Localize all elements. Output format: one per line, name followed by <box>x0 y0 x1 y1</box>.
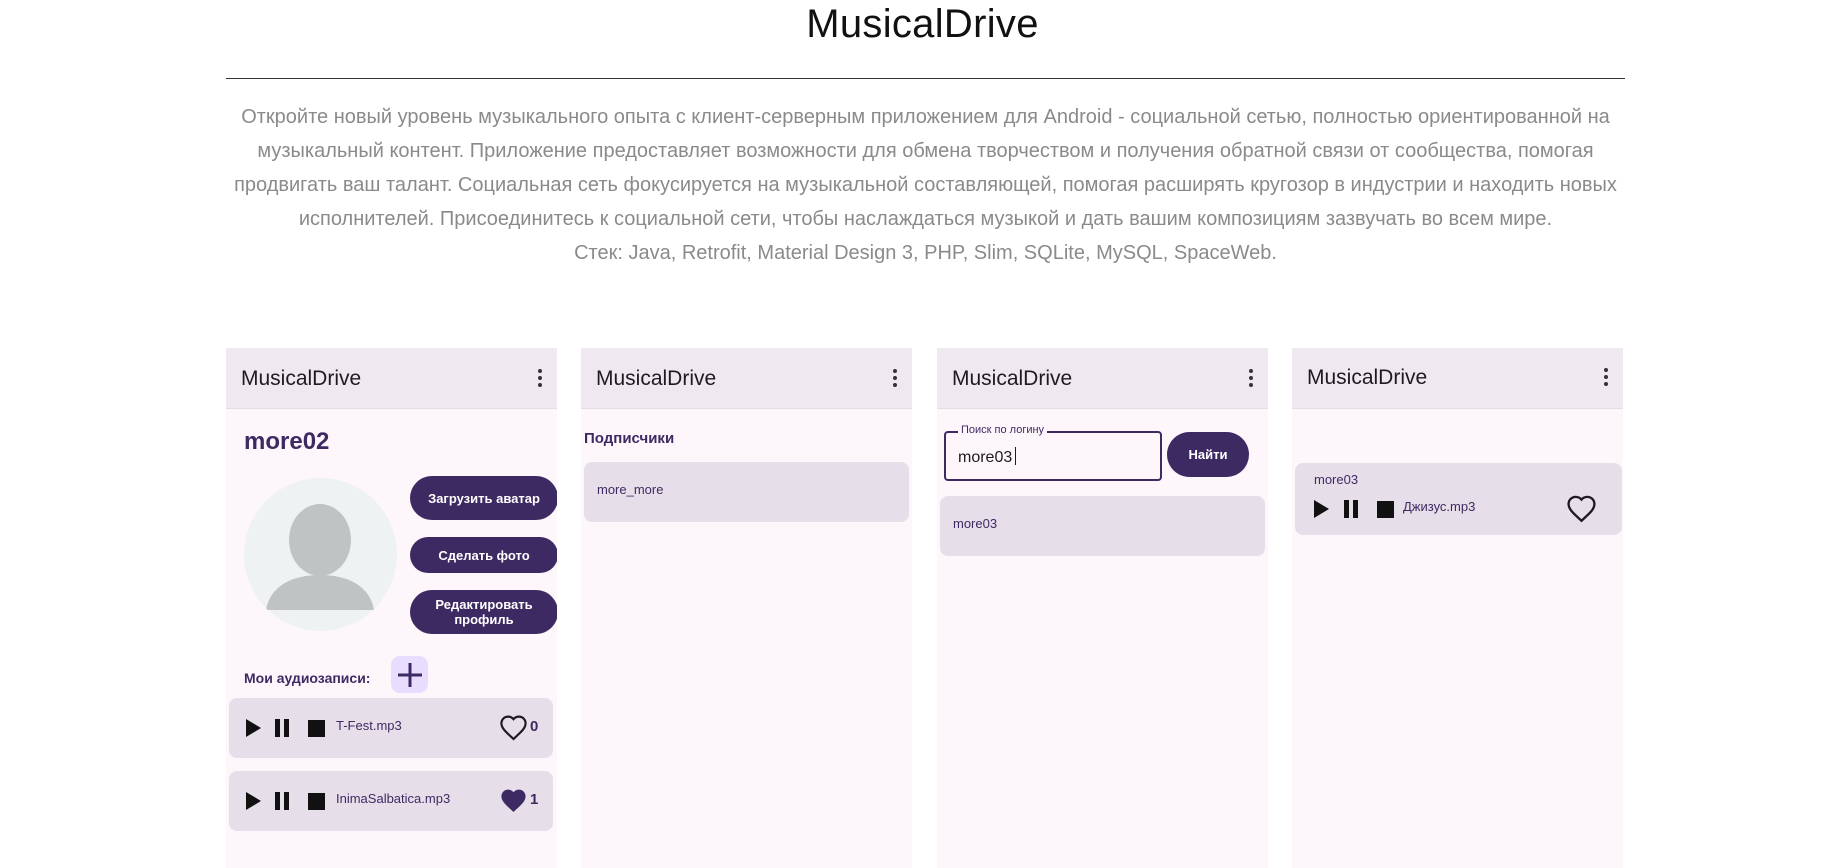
add-icon <box>397 662 422 687</box>
more-vert-icon[interactable] <box>1248 369 1254 387</box>
screenshot-subscribers: MusicalDrive Подписчики more_more <box>581 348 912 868</box>
project-description: Откройте новый уровень музыкального опыт… <box>226 100 1625 270</box>
track-name: Джизус.mp3 <box>1403 499 1476 514</box>
edit-profile-button[interactable]: Редактировать профиль <box>410 590 557 634</box>
more-vert-icon[interactable] <box>537 369 543 387</box>
screenshot-profile: MusicalDrive more02 Загрузить аватар Сде… <box>226 348 557 868</box>
heart-filled-icon[interactable] <box>499 787 528 814</box>
track-author: more03 <box>1314 472 1359 487</box>
app-bar: MusicalDrive <box>581 348 912 409</box>
like-count: 1 <box>530 791 539 808</box>
result-login: more03 <box>953 516 998 531</box>
subscribers-title: Подписчики <box>584 430 675 447</box>
pause-icon[interactable] <box>273 719 291 737</box>
search-result-item[interactable]: more03 <box>940 496 1265 556</box>
subscriber-login: more_more <box>597 482 664 497</box>
take-photo-button[interactable]: Сделать фото <box>410 537 557 573</box>
app-title: MusicalDrive <box>596 367 717 390</box>
app-title: MusicalDrive <box>1307 366 1428 389</box>
app-bar: MusicalDrive <box>1292 348 1623 409</box>
heart-outline-icon[interactable] <box>1566 494 1597 523</box>
screenshot-search: MusicalDrive Поиск по логину more03 Найт… <box>937 348 1268 868</box>
track-card: T-Fest.mp3 0 <box>229 698 553 758</box>
search-input-label: Поиск по логину <box>958 424 1048 436</box>
search-input-value: more03 <box>958 447 1017 467</box>
track-name: InimaSalbatica.mp3 <box>336 791 451 806</box>
description-text: Откройте новый уровень музыкального опыт… <box>234 106 1617 230</box>
profile-username: more02 <box>244 428 330 455</box>
search-input[interactable]: Поиск по логину more03 <box>944 424 1162 481</box>
play-icon[interactable] <box>1314 500 1329 518</box>
avatar <box>244 478 397 631</box>
play-icon[interactable] <box>246 792 261 810</box>
page-title: MusicalDrive <box>806 2 1039 46</box>
pause-icon[interactable] <box>273 792 291 810</box>
more-vert-icon[interactable] <box>1603 368 1609 386</box>
find-button[interactable]: Найти <box>1167 432 1249 477</box>
upload-avatar-button[interactable]: Загрузить аватар <box>410 476 557 520</box>
stop-icon[interactable] <box>308 720 325 737</box>
screenshot-feed: MusicalDrive more03 Джизус.mp3 <box>1292 348 1623 868</box>
track-card: InimaSalbatica.mp3 1 <box>229 771 553 831</box>
pause-icon[interactable] <box>1342 500 1360 518</box>
track-name: T-Fest.mp3 <box>336 718 402 733</box>
stop-icon[interactable] <box>308 793 325 810</box>
more-vert-icon[interactable] <box>892 369 898 387</box>
title-divider <box>226 78 1625 79</box>
like-count: 0 <box>530 718 539 735</box>
play-icon[interactable] <box>246 719 261 737</box>
tech-stack: Стек: Java, Retrofit, Material Design 3,… <box>574 242 1277 264</box>
person-icon <box>266 504 374 610</box>
app-bar: MusicalDrive <box>226 348 557 409</box>
app-title: MusicalDrive <box>952 367 1073 390</box>
add-audio-button[interactable] <box>391 656 428 693</box>
subscriber-item[interactable]: more_more <box>584 462 909 522</box>
heart-outline-icon[interactable] <box>499 714 528 741</box>
feed-track-card: more03 Джизус.mp3 <box>1295 463 1622 535</box>
my-audio-label: Мои аудиозаписи: <box>244 670 371 686</box>
stop-icon[interactable] <box>1377 501 1394 518</box>
app-title: MusicalDrive <box>241 367 362 390</box>
app-bar: MusicalDrive <box>937 348 1268 409</box>
